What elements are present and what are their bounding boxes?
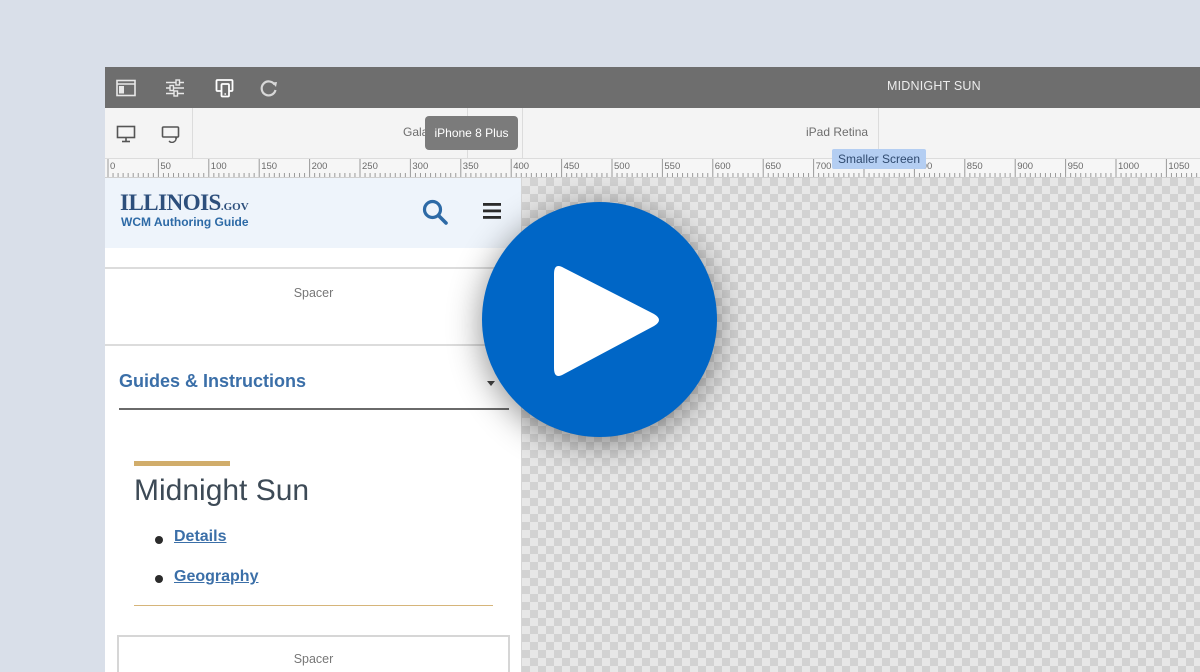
emulator-icon[interactable]	[214, 77, 236, 99]
play-button[interactable]	[482, 202, 717, 437]
emulator-bar: Gala iPad Retina iPhone 8 Plus	[105, 108, 1200, 159]
refresh-icon[interactable]	[258, 77, 280, 99]
spacer-component[interactable]: Spacer	[117, 635, 510, 672]
properties-icon[interactable]	[164, 77, 186, 99]
bullet-icon	[155, 536, 163, 544]
phone-preview: ILLINOIS.GOV WCM Authoring Guide Spacer …	[105, 178, 522, 672]
search-icon[interactable]	[421, 198, 449, 226]
ruler-label: 250	[362, 161, 378, 172]
logo-gov: .GOV	[220, 201, 249, 213]
bullet-icon	[155, 575, 163, 583]
ruler-label: 450	[563, 161, 580, 172]
spacer-label: Spacer	[293, 652, 334, 666]
ruler-label: 550	[664, 161, 681, 172]
ruler-label: 0	[110, 161, 116, 172]
spacer-component[interactable]: Spacer	[105, 267, 521, 346]
ruler-label: 150	[261, 161, 278, 172]
link-geography[interactable]: Geography	[174, 568, 258, 586]
top-toolbar: MIDNIGHT SUN	[105, 67, 1200, 108]
emulator-controls	[105, 108, 193, 159]
ruler-label: 850	[966, 161, 983, 172]
content-heading: Midnight Sun	[134, 474, 310, 507]
ruler-label: 900	[1017, 161, 1034, 172]
device-tooltip-iphone-8-plus[interactable]: iPhone 8 Plus	[425, 116, 518, 150]
ruler-label: 1000	[1118, 161, 1140, 172]
ruler-label: 300	[412, 161, 429, 172]
logo-text: ILLINOIS	[120, 190, 221, 215]
ruler-label: 600	[714, 161, 731, 172]
desktop-icon[interactable]	[115, 124, 137, 144]
site-header: ILLINOIS.GOV WCM Authoring Guide	[105, 178, 521, 248]
ruler-label: 350	[462, 161, 479, 172]
accordion-guides-instructions[interactable]: Guides & Instructions	[119, 364, 509, 410]
ruler-label: 400	[513, 161, 530, 172]
ruler-label: 200	[311, 161, 328, 172]
device-divider	[522, 108, 523, 159]
smaller-screen-marker[interactable]: Smaller Screen	[832, 149, 926, 169]
accordion-title: Guides & Instructions	[119, 371, 307, 391]
side-panel-icon[interactable]	[115, 77, 137, 99]
ruler-label: 500	[614, 161, 630, 172]
device-ipad-retina[interactable]: iPad Retina	[806, 125, 868, 139]
page-title: MIDNIGHT SUN	[887, 79, 981, 93]
ruler-label: 700	[815, 161, 832, 172]
spacer-label: Spacer	[293, 286, 334, 300]
site-subtitle: WCM Authoring Guide	[121, 215, 249, 229]
rotate-device-icon[interactable]	[160, 124, 182, 144]
heading-accent-bar	[134, 461, 230, 466]
ruler-label: 100	[210, 161, 227, 172]
content-divider	[134, 605, 493, 606]
play-icon	[554, 266, 659, 376]
ruler-label: 50	[160, 161, 171, 172]
ruler-label: 650	[765, 161, 782, 172]
ruler-label: 950	[1067, 161, 1084, 172]
ruler: 0 50 100 150 200 250 300 350 400 450 500 550 600 650 7…	[105, 159, 1200, 178]
illinois-logo[interactable]: ILLINOIS.GOV	[120, 190, 249, 216]
ruler-label: 1050	[1168, 161, 1190, 172]
link-details[interactable]: Details	[174, 528, 226, 546]
